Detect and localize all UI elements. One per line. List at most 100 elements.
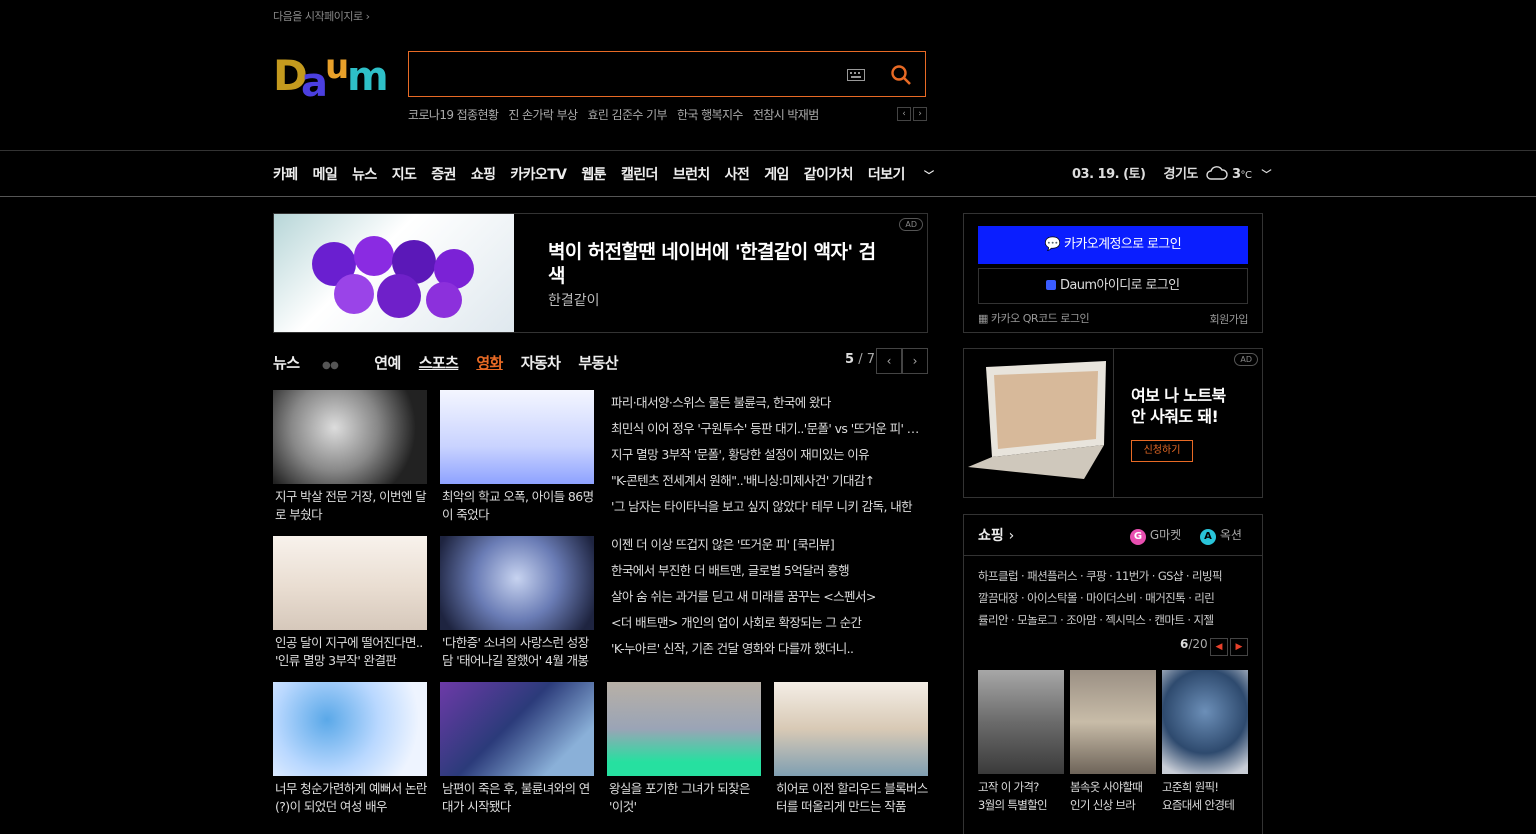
daum-login-button[interactable]: Daum아이디로 로그인 — [978, 268, 1248, 304]
weather-region[interactable]: 경기도 — [1164, 167, 1199, 182]
headline-item[interactable]: "K-콘텐츠 전세계서 원해"..'배니싱:미제사건' 기대감↑ — [611, 468, 927, 494]
shop-caption: 봄속옷 사야할때 — [1070, 780, 1143, 794]
apply-button[interactable]: 신청하기 — [1131, 440, 1193, 462]
chevron-down-icon[interactable]: ﹀ — [1262, 170, 1272, 181]
news-card[interactable]: 남편이 죽은 후, 불륜녀와의 연대가 시작됐다 — [440, 682, 594, 816]
daum-d-icon — [1046, 280, 1057, 290]
headline-item[interactable]: 살아 숨 쉬는 과거를 딛고 새 미래를 꿈꾸는 <스펜서> — [611, 584, 927, 610]
nav-cafe[interactable]: 카페 — [273, 167, 298, 183]
nav-webtoon[interactable]: 웹툰 — [581, 167, 606, 183]
svg-text:a: a — [301, 60, 328, 100]
tab-entertainment[interactable]: 연예 — [374, 354, 401, 372]
nav-calendar[interactable]: 캘린더 — [621, 167, 658, 183]
tab-car[interactable]: 자동차 — [521, 354, 561, 372]
ad-image — [274, 214, 514, 332]
nav-more[interactable]: 더보기 ﹀ — [868, 167, 949, 183]
news-caption: 인공 달이 지구에 떨어진다면.. '인류 멸망 3부작' 완결판 — [275, 635, 423, 668]
kakao-login-button[interactable]: 💬 카카오계정으로 로그인 — [978, 226, 1248, 264]
trend-item[interactable]: 진 손가락 부상 — [508, 108, 578, 122]
gmarket-link[interactable]: G G마켓 — [1130, 526, 1181, 545]
gmarket-icon: G — [1130, 529, 1146, 545]
shop-link-row[interactable]: 하프클럽 · 패션플러스 · 쿠팡 · 11번가 · GS샵 · 리빙픽 — [978, 565, 1252, 587]
nav-shopping[interactable]: 쇼핑 — [471, 167, 496, 183]
shop-item[interactable]: 봄속옷 사야할때 인기 신상 브라 — [1070, 670, 1156, 814]
dots-icon: ●● — [322, 360, 339, 371]
auction-link[interactable]: A 옥션 — [1200, 526, 1242, 545]
trending-keywords: 코로나19 접종현황 진 손가락 부상 효린 김준수 기부 한국 행복지수 전참시 박재… — [408, 106, 829, 123]
news-thumbnail — [273, 390, 427, 484]
search-input[interactable] — [419, 62, 833, 88]
news-card[interactable]: 히어로 이전 할리우드 블록버스터를 떠올리게 만드는 작품 — [774, 682, 928, 816]
nav-together[interactable]: 같이가치 — [804, 167, 854, 183]
news-card[interactable]: 왕실을 포기한 그녀가 되찾은 '이것' — [607, 682, 761, 816]
trend-item[interactable]: 한국 행복지수 — [677, 108, 743, 122]
headline-item[interactable]: 한국에서 부진한 더 배트맨, 글로벌 5억달러 흥행 — [611, 558, 927, 584]
chevron-left-icon: ◀ — [1215, 642, 1223, 652]
news-caption: 히어로 이전 할리우드 블록버스터를 떠올리게 만드는 작품 — [776, 781, 928, 814]
nav-mail[interactable]: 메일 — [313, 167, 338, 183]
headline-item[interactable]: 이젠 더 이상 뜨겁지 않은 '뜨거운 피' [쿡리뷰] — [611, 532, 927, 558]
tab-realestate[interactable]: 부동산 — [578, 354, 618, 372]
auction-icon: A — [1200, 529, 1216, 545]
shop-thumbnail — [1070, 670, 1156, 774]
nav-map[interactable]: 지도 — [392, 167, 417, 183]
news-card[interactable]: 너무 청순가련하게 예뻐서 논란(?)이 되었던 여성 배우 — [273, 682, 427, 816]
tab-news[interactable]: 뉴스 ●● — [273, 354, 356, 372]
page-indicator: 5 / 7 — [845, 352, 875, 367]
ad-title: 여보 나 노트북 안 사줘도 돼! — [1131, 386, 1226, 426]
shop-prev-button[interactable]: ◀ — [1210, 638, 1228, 656]
svg-text:u: u — [325, 50, 349, 87]
headline-item[interactable]: 최민식 이어 정우 '구원투수' 등판 대기..'문폴' vs '뜨거운 피' … — [611, 416, 927, 442]
search-icon[interactable] — [890, 64, 912, 86]
ad-title[interactable]: 벽이 허전할땐 네이버에 '한결같이 액자' 검색 — [548, 240, 888, 288]
tab-movie[interactable]: 영화 — [476, 354, 503, 372]
news-caption: 왕실을 포기한 그녀가 되찾은 '이것' — [609, 781, 751, 814]
shop-next-button[interactable]: ▶ — [1230, 638, 1248, 656]
shop-item[interactable]: 고준희 원픽! 요즘대세 안경테 — [1162, 670, 1248, 814]
shop-caption: 인기 신상 브라 — [1070, 798, 1136, 812]
ad-image-art — [312, 236, 474, 318]
trend-prev-button[interactable]: ‹ — [897, 107, 911, 121]
trend-next-button[interactable]: › — [913, 107, 927, 121]
nav-dictionary[interactable]: 사전 — [725, 167, 750, 183]
nav-brunch[interactable]: 브런치 — [673, 167, 710, 183]
tab-sports[interactable]: 스포츠 — [419, 354, 459, 372]
ad-banner-laptop[interactable]: 여보 나 노트북 안 사줘도 돼! 신청하기 AD — [963, 348, 1263, 498]
news-thumbnail — [273, 682, 427, 776]
keyboard-icon[interactable] — [847, 69, 865, 81]
ad-banner[interactable]: 벽이 허전할땐 네이버에 '한결같이 액자' 검색 한결같이 AD — [273, 213, 928, 333]
qr-login-link[interactable]: ▦ 카카오 QR코드 로그인 — [978, 310, 1090, 326]
news-thumbnail — [440, 536, 594, 630]
shop-link-row[interactable]: 률리안 · 모놀로그 · 조아맘 · 젝시믹스 · 캔마트 · 지젤 — [978, 609, 1252, 631]
headline-item[interactable]: 'K-누아르' 신작, 기존 건달 영화와 다를까 했더니.. — [611, 636, 927, 662]
nav-kakaotv[interactable]: 카카오TV — [510, 167, 567, 183]
daum-logo[interactable]: D a u m — [273, 50, 391, 100]
prev-page-button[interactable]: ‹ — [876, 348, 902, 374]
news-card[interactable]: 인공 달이 지구에 떨어진다면.. '인류 멸망 3부작' 완결판 — [273, 536, 427, 670]
signup-link[interactable]: 회원가입 — [1210, 311, 1249, 327]
shop-thumbnail — [978, 670, 1064, 774]
news-card[interactable]: '다한증' 소녀의 사랑스런 성장담 '태어나길 잘했어' 4월 개봉 — [440, 536, 594, 670]
trend-item[interactable]: 코로나19 접종현황 — [408, 108, 499, 122]
shop-item[interactable]: 고작 이 가격? 3월의 특별할인 — [978, 670, 1064, 814]
news-thumbnail — [440, 682, 594, 776]
service-nav: 카페 메일 뉴스 지도 증권 쇼핑 카카오TV 웹툰 캘린더 브런치 사전 게임 같이가치 더보기 ﹀ 0… — [0, 150, 1536, 197]
headline-item[interactable]: 파리·대서양·스위스 물든 불륜극, 한국에 왔다 — [611, 390, 927, 416]
set-start-page-link[interactable]: 다음을 시작페이지로 › — [273, 8, 370, 24]
nav-game[interactable]: 게임 — [764, 167, 789, 183]
news-card[interactable]: 지구 박살 전문 거장, 이번엔 달로 부쉈다 — [273, 390, 427, 524]
nav-stock[interactable]: 증권 — [431, 167, 456, 183]
shopping-title[interactable]: 쇼핑 › — [978, 525, 1014, 545]
headline-item[interactable]: <더 배트맨> 개인의 업이 사회로 확장되는 그 순간 — [611, 610, 927, 636]
trend-item[interactable]: 효린 김준수 기부 — [587, 108, 667, 122]
headline-item[interactable]: '그 남자는 타이타닉을 보고 싶지 않았다' 테무 니키 감독, 내한 — [611, 494, 927, 520]
news-caption: 최악의 학교 오폭, 아이들 86명이 죽었다 — [442, 489, 594, 522]
next-page-button[interactable]: › — [902, 348, 928, 374]
news-card[interactable]: 최악의 학교 오폭, 아이들 86명이 죽었다 — [440, 390, 594, 524]
headline-item[interactable]: 지구 멸망 3부작 '문폴', 황당한 설정이 재미있는 이유 — [611, 442, 927, 468]
trend-item[interactable]: 전참시 박재범 — [753, 108, 819, 122]
chevron-left-icon: ‹ — [886, 354, 892, 368]
nav-news[interactable]: 뉴스 — [352, 167, 377, 183]
qr-code-icon: ▦ — [978, 312, 988, 325]
shop-link-row[interactable]: 깔끔대장 · 아이스탁몰 · 마이더스비 · 매거진톡 · 리린 — [978, 587, 1252, 609]
